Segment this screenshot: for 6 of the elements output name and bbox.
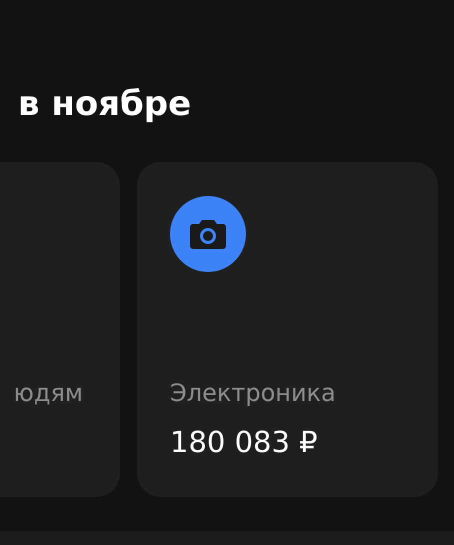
category-card[interactable]: юдям	[0, 162, 120, 497]
section-title: в ноябре	[18, 84, 192, 124]
category-card[interactable]: Электроника 180 083 ₽	[137, 162, 438, 497]
category-label: Электроника	[170, 379, 337, 407]
category-label: юдям	[14, 379, 83, 407]
category-amount: 180 083 ₽	[170, 425, 319, 459]
